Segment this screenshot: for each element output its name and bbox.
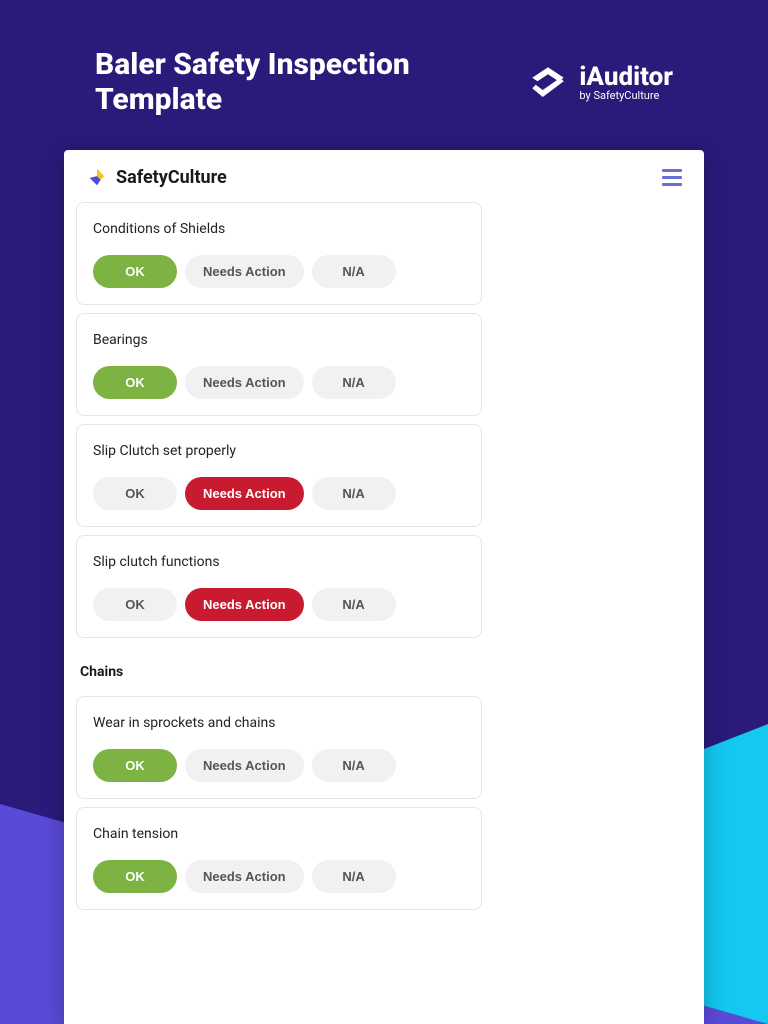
brand-name: iAuditor — [579, 64, 673, 90]
item-label: Slip Clutch set properly — [93, 443, 465, 459]
ok-button[interactable]: OK — [93, 255, 177, 288]
item-label: Bearings — [93, 332, 465, 348]
needs-action-button[interactable]: Needs Action — [185, 749, 304, 782]
ok-button[interactable]: OK — [93, 749, 177, 782]
option-row: OKNeeds ActionN/A — [93, 366, 465, 399]
needs-action-button[interactable]: Needs Action — [185, 477, 304, 510]
menu-icon[interactable] — [662, 169, 682, 186]
ok-button[interactable]: OK — [93, 588, 177, 621]
needs-action-button[interactable]: Needs Action — [185, 860, 304, 893]
na-button[interactable]: N/A — [312, 860, 396, 893]
na-button[interactable]: N/A — [312, 749, 396, 782]
na-button[interactable]: N/A — [312, 588, 396, 621]
safetyculture-logo: SafetyCulture — [86, 166, 227, 188]
option-row: OKNeeds ActionN/A — [93, 255, 465, 288]
item-label: Slip clutch functions — [93, 554, 465, 570]
safetyculture-diamond-icon — [86, 166, 108, 188]
option-row: OKNeeds ActionN/A — [93, 477, 465, 510]
item-label: Chain tension — [93, 826, 465, 842]
section-title-chains: Chains — [76, 646, 482, 696]
inspection-item: Slip Clutch set properly OKNeeds ActionN/… — [76, 424, 482, 527]
option-row: OKNeeds ActionN/A — [93, 749, 465, 782]
card-brand: SafetyCulture — [116, 167, 227, 188]
item-label: Wear in sprockets and chains — [93, 715, 465, 731]
na-button[interactable]: N/A — [312, 477, 396, 510]
inspection-item: Chain tension OKNeeds ActionN/A — [76, 807, 482, 910]
item-label: Conditions of Shields — [93, 221, 465, 237]
ok-button[interactable]: OK — [93, 860, 177, 893]
na-button[interactable]: N/A — [312, 366, 396, 399]
needs-action-button[interactable]: Needs Action — [185, 366, 304, 399]
inspection-item: Wear in sprockets and chains OKNeeds Acti… — [76, 696, 482, 799]
na-button[interactable]: N/A — [312, 255, 396, 288]
inspection-item: Slip clutch functions OKNeeds ActionN/A — [76, 535, 482, 638]
needs-action-button[interactable]: Needs Action — [185, 255, 304, 288]
brand-byline: by SafetyCulture — [579, 90, 673, 101]
inspection-item: Bearings OKNeeds ActionN/A — [76, 313, 482, 416]
ok-button[interactable]: OK — [93, 366, 177, 399]
inspection-item: Conditions of Shields OKNeeds ActionN/A — [76, 202, 482, 305]
page-title: Baler Safety Inspection Template — [95, 48, 475, 117]
needs-action-button[interactable]: Needs Action — [185, 588, 304, 621]
option-row: OKNeeds ActionN/A — [93, 860, 465, 893]
template-card: SafetyCulture Conditions of ShieldsOKNee… — [64, 150, 704, 1024]
iauditor-logo: iAuditor by SafetyCulture — [527, 62, 673, 104]
iauditor-check-icon — [527, 62, 569, 104]
option-row: OKNeeds ActionN/A — [93, 588, 465, 621]
ok-button[interactable]: OK — [93, 477, 177, 510]
